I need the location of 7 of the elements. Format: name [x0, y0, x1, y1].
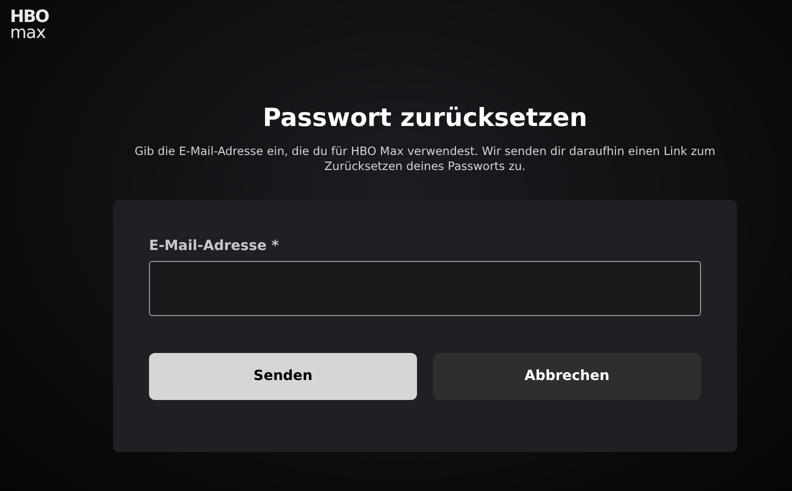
logo[interactable]: HBO max	[10, 9, 49, 41]
email-input[interactable]	[149, 261, 701, 316]
page-title: Passwort zurücksetzen	[262, 102, 588, 134]
cancel-button[interactable]: Abbrechen	[433, 353, 701, 400]
send-button[interactable]: Senden	[149, 353, 417, 400]
description-text: Gib die E-Mail-Adresse ein, die du für HBO Max verwendest. Wir senden dir daraufhin einen Link zum Zurücksetzen deines Passworts zu.	[134, 144, 716, 174]
field-label: E-Mail-Adresse *	[149, 237, 279, 256]
